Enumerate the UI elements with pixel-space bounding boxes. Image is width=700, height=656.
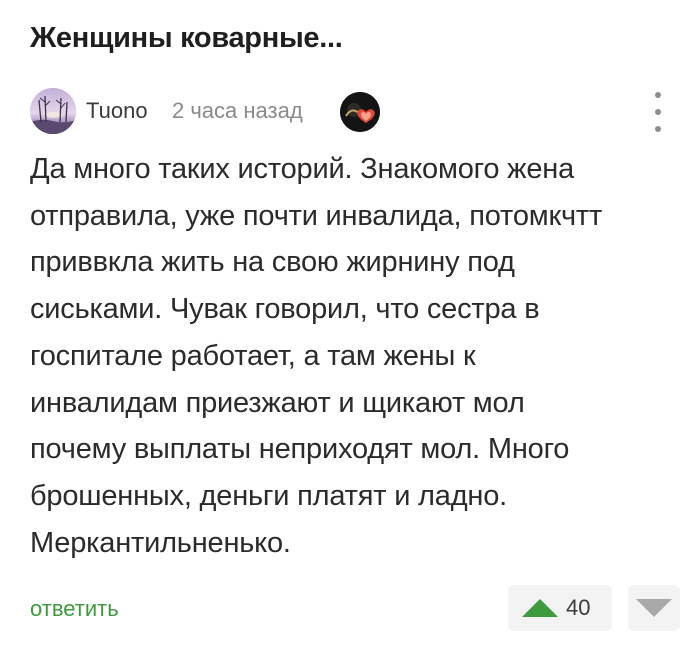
rating-box: 40 [508, 585, 612, 631]
comment-line: Да много таких историй. Знакомого жена [30, 153, 575, 185]
upvote-icon[interactable] [522, 599, 558, 617]
comment-line: отправила, уже почти инвалида, потомкчтт [30, 199, 603, 232]
rating-count: 40 [566, 595, 591, 620]
heart-badge-icon[interactable] [340, 92, 380, 132]
comment-line: приввкла жить на свою жирнину под [30, 246, 515, 279]
comment-header: Tuono 2 часа назад [30, 88, 670, 138]
comment-line: госпитале работает, а там жены к [30, 339, 476, 372]
comment-line: Меркантильненько. [30, 526, 291, 559]
comment-body: Да много таких историй. Знакомого жена о… [30, 146, 670, 566]
comment-line: почему выплаты неприходят мол. Много [30, 433, 570, 466]
avatar[interactable] [30, 88, 76, 134]
comment-author[interactable]: Tuono [86, 98, 148, 124]
avatar-image [30, 88, 76, 134]
more-options-button[interactable] [646, 92, 670, 132]
downvote-icon [636, 599, 672, 617]
dot [655, 109, 661, 115]
comment-line: сиськами. Чувак говорил, что сестра в [30, 293, 540, 326]
comment-timestamp[interactable]: 2 часа назад [172, 98, 303, 124]
dot [655, 92, 661, 98]
downvote-button[interactable] [628, 585, 680, 631]
comment-line: брошенных, деньги платят и ладно. [30, 479, 508, 512]
dot [655, 126, 661, 132]
post-title[interactable]: Женщины коварные... [30, 22, 343, 55]
comment-line: инвалидам приезжают и щикают мол [30, 386, 525, 419]
reply-button[interactable]: ответить [30, 596, 119, 622]
heart-badge-graphic [340, 92, 380, 132]
